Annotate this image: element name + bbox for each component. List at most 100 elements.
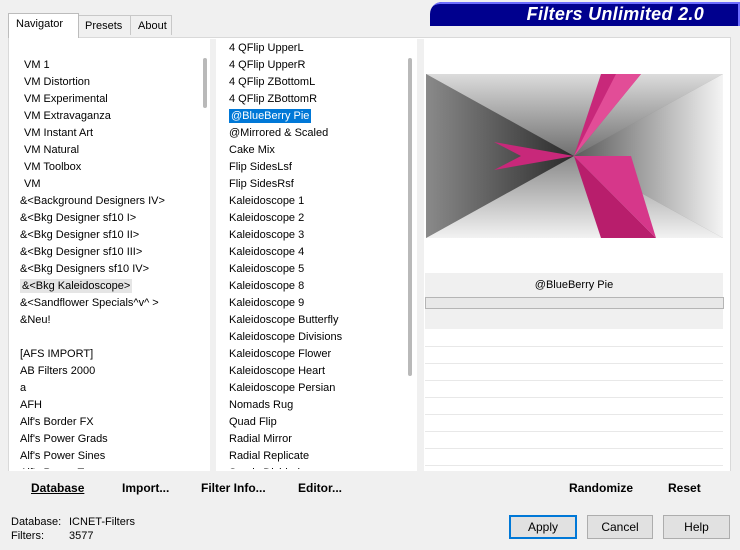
filter-list[interactable]: 4 QFlip UpperL 4 QFlip UpperR 4 QFlip ZBot… [227, 40, 405, 469]
filter-item[interactable]: Kaleidoscope Persian [227, 380, 405, 397]
category-item-label: &<Bkg Designers sf10 IV> [20, 263, 150, 275]
randomize-button[interactable]: Randomize [569, 481, 633, 495]
status-filters-value: 3577 [69, 530, 94, 542]
filter-item[interactable]: Flip SidesLsf [227, 159, 405, 176]
filter-item[interactable]: @BlueBerry Pie [227, 108, 405, 125]
editor-button[interactable]: Editor... [298, 481, 342, 495]
filter-item[interactable]: 4 QFlip ZBottomR [227, 91, 405, 108]
filter-item[interactable]: Radial Replicate [227, 448, 405, 465]
filter-item[interactable]: Kaleidoscope 2 [227, 210, 405, 227]
help-button[interactable]: Help [663, 515, 730, 539]
category-item[interactable]: &<Bkg Designers sf10 IV> [18, 261, 198, 278]
category-item[interactable]: Alf's Power Grads [18, 431, 198, 448]
category-item[interactable]: AFH [18, 397, 198, 414]
filter-item[interactable]: Kaleidoscope 5 [227, 261, 405, 278]
apply-button[interactable]: Apply [509, 515, 577, 539]
category-item[interactable]: &Neu! [18, 312, 198, 329]
tab-about[interactable]: About [130, 15, 172, 35]
category-item[interactable]: VM 1 [18, 57, 198, 74]
filter-info-button[interactable]: Filter Info... [201, 481, 266, 495]
category-item-label: &<Bkg Kaleidoscope> [20, 279, 133, 293]
category-item[interactable]: VM Instant Art [18, 125, 198, 142]
database-button[interactable]: Database [31, 481, 84, 495]
cancel-button[interactable]: Cancel [587, 515, 653, 539]
category-item-label: [AFS IMPORT] [20, 348, 94, 360]
filter-item[interactable]: Kaleidoscope Butterfly [227, 312, 405, 329]
category-item[interactable]: &<Bkg Designer sf10 II> [18, 227, 198, 244]
filter-item-label: Kaleidoscope 8 [229, 280, 305, 292]
category-item[interactable]: &<Bkg Kaleidoscope> [18, 278, 198, 295]
category-item-label: VM Extravaganza [24, 110, 111, 122]
category-item-label: &Neu! [20, 314, 51, 326]
filter-scrollbar[interactable] [408, 58, 412, 376]
category-item[interactable]: AB Filters 2000 [18, 363, 198, 380]
filter-item[interactable]: Seeds Divided [227, 465, 405, 469]
tab-presets[interactable]: Presets [77, 15, 131, 35]
category-item-label: Alf's Power Sines [20, 450, 106, 462]
filter-item[interactable]: Cake Mix [227, 142, 405, 159]
category-item-label: a [20, 382, 27, 394]
filter-item-label: Nomads Rug [229, 399, 294, 411]
category-item[interactable]: &<Sandflower Specials^v^ > [18, 295, 198, 312]
reset-label: Reset [668, 481, 701, 495]
filter-item[interactable]: Kaleidoscope Heart [227, 363, 405, 380]
filter-item[interactable]: Nomads Rug [227, 397, 405, 414]
help-label: Help [684, 520, 709, 534]
filter-item-label: Cake Mix [229, 144, 275, 156]
import-label: Import... [122, 481, 170, 495]
category-item[interactable]: Alf's Power Toys [18, 465, 198, 469]
filter-item[interactable]: Radial Mirror [227, 431, 405, 448]
filter-item[interactable]: @Mirrored & Scaled [227, 125, 405, 142]
filter-item[interactable]: Kaleidoscope 1 [227, 193, 405, 210]
list-divider [417, 39, 424, 471]
category-list[interactable]: VM 1 VM Distortion VM Experimental VM Extra… [18, 57, 198, 469]
editor-label: Editor... [298, 481, 343, 495]
filter-item-label: 4 QFlip UpperR [229, 59, 306, 71]
filter-item-label: Quad Flip [229, 416, 277, 428]
filter-item[interactable]: Kaleidoscope 4 [227, 244, 405, 261]
filter-item[interactable]: Kaleidoscope 8 [227, 278, 405, 295]
parameter-row [425, 331, 723, 347]
category-item[interactable]: VM Experimental [18, 91, 198, 108]
category-item[interactable]: VM Natural [18, 142, 198, 159]
category-item[interactable] [18, 329, 198, 346]
category-item[interactable]: VM Toolbox [18, 159, 198, 176]
cancel-label: Cancel [601, 520, 639, 534]
tab-label: Presets [85, 20, 123, 32]
filter-item[interactable]: Kaleidoscope 9 [227, 295, 405, 312]
import-button[interactable]: Import... [122, 481, 169, 495]
category-scrollbar[interactable] [203, 58, 207, 108]
filter-item-label: Flip SidesLsf [229, 161, 292, 173]
category-item[interactable]: a [18, 380, 198, 397]
filter-item[interactable]: Flip SidesRsf [227, 176, 405, 193]
category-item-label: &<Bkg Designer sf10 III> [20, 246, 143, 258]
filter-item[interactable]: Quad Flip [227, 414, 405, 431]
filter-item-label: Kaleidoscope 3 [229, 229, 305, 241]
tab-navigator[interactable]: Navigator [8, 13, 79, 38]
filter-item[interactable]: Kaleidoscope Divisions [227, 329, 405, 346]
category-item[interactable]: &<Bkg Designer sf10 III> [18, 244, 198, 261]
category-item[interactable]: [AFS IMPORT] [18, 346, 198, 363]
filter-item-label: Kaleidoscope 5 [229, 263, 305, 275]
parameter-row [425, 399, 723, 415]
filter-item[interactable]: 4 QFlip UpperR [227, 57, 405, 74]
category-item[interactable]: VM Distortion [18, 74, 198, 91]
category-item[interactable]: Alf's Border FX [18, 414, 198, 431]
filter-item-label: Flip SidesRsf [229, 178, 294, 190]
category-item[interactable]: &<Bkg Designer sf10 I> [18, 210, 198, 227]
filter-item[interactable]: Kaleidoscope Flower [227, 346, 405, 363]
category-item[interactable]: &<Background Designers IV> [18, 193, 198, 210]
reset-button[interactable]: Reset [668, 481, 701, 495]
tab-label: Navigator [16, 18, 64, 30]
parameter-bar [425, 297, 724, 309]
category-item[interactable]: VM Extravaganza [18, 108, 198, 125]
filter-item-label: Kaleidoscope 1 [229, 195, 305, 207]
filter-item[interactable]: 4 QFlip UpperL [227, 40, 405, 57]
filter-item-label: @Mirrored & Scaled [229, 127, 329, 139]
filter-item[interactable]: 4 QFlip ZBottomL [227, 74, 405, 91]
parameter-row [425, 416, 723, 432]
filter-item[interactable]: Kaleidoscope 3 [227, 227, 405, 244]
parameter-area [425, 309, 723, 329]
category-item[interactable]: VM [18, 176, 198, 193]
category-item[interactable]: Alf's Power Sines [18, 448, 198, 465]
